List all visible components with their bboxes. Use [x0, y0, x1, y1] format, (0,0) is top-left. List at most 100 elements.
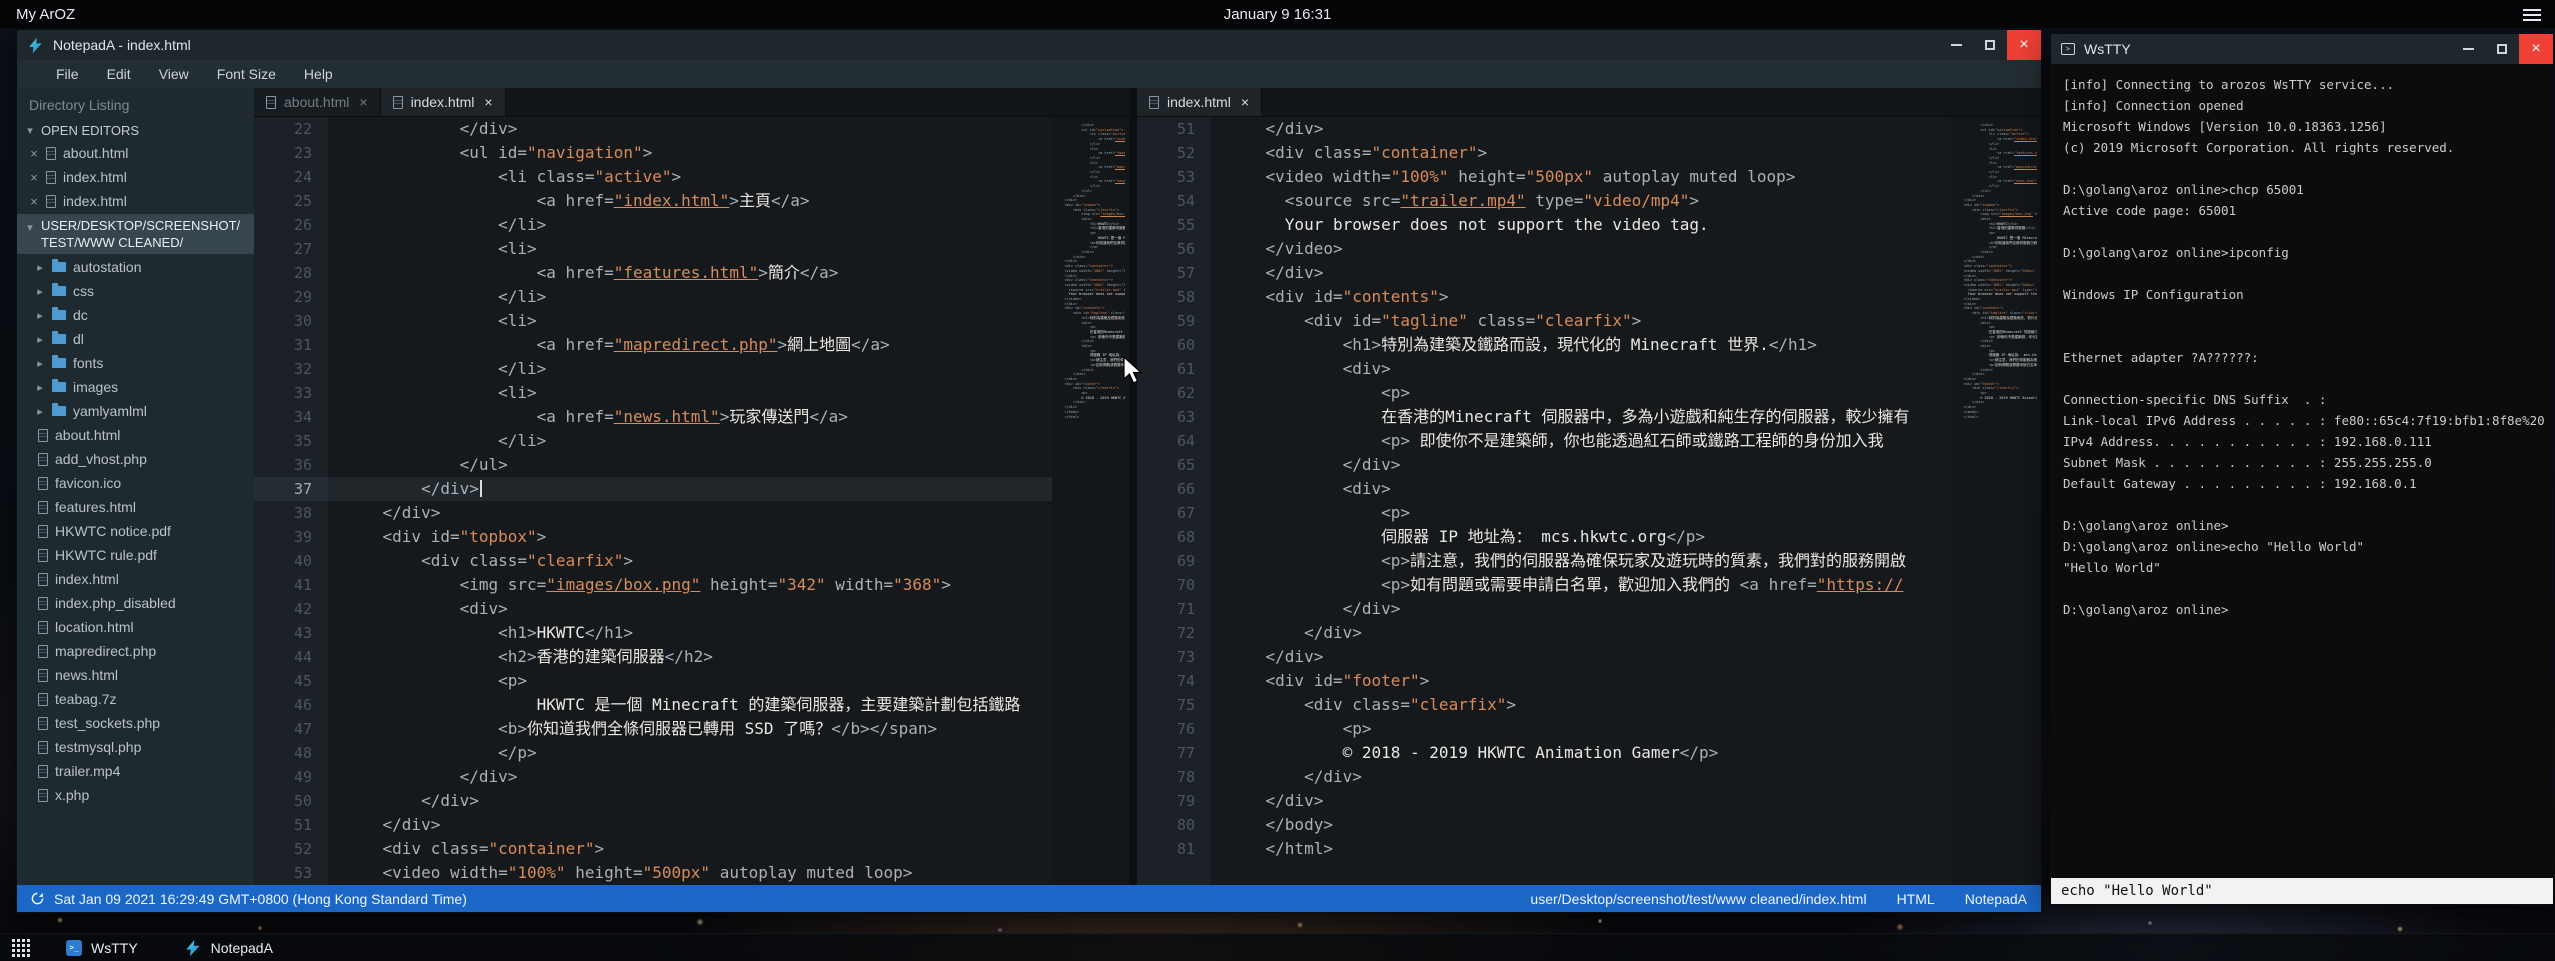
code-line-69[interactable]: 69 <p>請注意，我們的伺服器為確保玩家及遊玩時的質素，我們對的服務開啟 — [1137, 549, 1951, 573]
code-line-51[interactable]: 51 </div> — [254, 813, 1052, 837]
code-line-67[interactable]: 67 <p> — [1137, 501, 1951, 525]
workspace-root-item[interactable]: ▾ USER/DESKTOP/SCREENSHOT/TEST/WWW CLEAN… — [17, 214, 254, 254]
code-line-26[interactable]: 26 </li> — [254, 213, 1052, 237]
terminal-input[interactable]: echo "Hello World" — [2051, 878, 2553, 904]
tab-close-icon[interactable]: × — [1241, 94, 1249, 110]
code-line-34[interactable]: 34 <a href="news.html">玩家傳送門</a> — [254, 405, 1052, 429]
tab-close-icon[interactable]: × — [484, 94, 492, 110]
code-line-40[interactable]: 40 <div class="clearfix"> — [254, 549, 1052, 573]
code-line-81[interactable]: 81 </html> — [1137, 837, 1951, 861]
folder-item[interactable]: ▸fonts — [17, 351, 254, 375]
code-line-36[interactable]: 36 </ul> — [254, 453, 1052, 477]
maximize-button[interactable] — [1973, 30, 2007, 60]
file-item[interactable]: mapredirect.php — [17, 639, 254, 663]
code-line-22[interactable]: 22 </div> — [254, 117, 1052, 141]
notepada-titlebar[interactable]: NotepadA - index.html × — [17, 30, 2041, 60]
code-line-65[interactable]: 65 </div> — [1137, 453, 1951, 477]
file-item[interactable]: about.html — [17, 423, 254, 447]
file-item[interactable]: trailer.mp4 — [17, 759, 254, 783]
code-line-76[interactable]: 76 <p> — [1137, 717, 1951, 741]
code-line-47[interactable]: 47 <b>你知道我們全條伺服器已轉用 SSD 了嗎？</b></span> — [254, 717, 1052, 741]
code-line-46[interactable]: 46 HKWTC 是一個 Minecraft 的建築伺服器，主要建築計劃包括鐵路 — [254, 693, 1052, 717]
file-item[interactable]: location.html — [17, 615, 254, 639]
code-line-78[interactable]: 78 </div> — [1137, 765, 1951, 789]
code-line-31[interactable]: 31 <a href="mapredirect.php">網上地圖</a> — [254, 333, 1052, 357]
taskbar-item-wstty[interactable]: >_ WsTTY — [56, 937, 148, 959]
code-line-80[interactable]: 80 </body> — [1137, 813, 1951, 837]
taskbar-item-notepada[interactable]: NotepadA — [174, 936, 283, 960]
code-line-60[interactable]: 60 <h1>特別為建築及鐵路而設，現代化的 Minecraft 世界.</h1… — [1137, 333, 1951, 357]
code-line-45[interactable]: 45 <p> — [254, 669, 1052, 693]
code-line-25[interactable]: 25 <a href="index.html">主頁</a> — [254, 189, 1052, 213]
open-editors-header[interactable]: ▾ OPEN EDITORS — [17, 120, 254, 141]
tab-index.html[interactable]: index.html× — [381, 88, 506, 116]
folder-item[interactable]: ▸dl — [17, 327, 254, 351]
menu-help[interactable]: Help — [291, 62, 346, 86]
code-line-75[interactable]: 75 <div class="clearfix"> — [1137, 693, 1951, 717]
code-editor-right[interactable]: 51 </div>52 <div class="container">53 <v… — [1137, 117, 1951, 885]
code-line-58[interactable]: 58 <div id="contents"> — [1137, 285, 1951, 309]
tab-about.html[interactable]: about.html× — [254, 88, 381, 116]
folder-item[interactable]: ▸images — [17, 375, 254, 399]
code-line-68[interactable]: 68 伺服器 IP 地址為： mcs.hkwtc.org</p> — [1137, 525, 1951, 549]
code-line-51[interactable]: 51 </div> — [1137, 117, 1951, 141]
code-line-52[interactable]: 52 <div class="container"> — [1137, 141, 1951, 165]
code-line-62[interactable]: 62 <p> — [1137, 381, 1951, 405]
code-line-48[interactable]: 48 </p> — [254, 741, 1052, 765]
code-line-56[interactable]: 56 </video> — [1137, 237, 1951, 261]
code-line-53[interactable]: 53 <video width="100%" height="500px" au… — [254, 861, 1052, 885]
code-line-72[interactable]: 72 </div> — [1137, 621, 1951, 645]
code-line-30[interactable]: 30 <li> — [254, 309, 1052, 333]
close-icon[interactable]: × — [29, 170, 39, 185]
minimap-right[interactable]: </div> <ul id="navigation"> <li class="a… — [1951, 117, 2041, 885]
folder-item[interactable]: ▸dc — [17, 303, 254, 327]
open-editor-item[interactable]: ×index.html — [17, 189, 254, 213]
folder-item[interactable]: ▸autostation — [17, 255, 254, 279]
close-icon[interactable]: × — [29, 146, 39, 161]
file-item[interactable]: teabag.7z — [17, 687, 254, 711]
folder-item[interactable]: ▸css — [17, 279, 254, 303]
file-item[interactable]: features.html — [17, 495, 254, 519]
code-line-23[interactable]: 23 <ul id="navigation"> — [254, 141, 1052, 165]
code-line-37[interactable]: 37 </div> — [254, 477, 1052, 501]
file-item[interactable]: index.html — [17, 567, 254, 591]
code-line-28[interactable]: 28 <a href="features.html">簡介</a> — [254, 261, 1052, 285]
file-item[interactable]: testmysql.php — [17, 735, 254, 759]
code-line-44[interactable]: 44 <h2>香港的建築伺服器</h2> — [254, 645, 1052, 669]
close-button[interactable]: × — [2519, 34, 2553, 64]
code-line-33[interactable]: 33 <li> — [254, 381, 1052, 405]
code-line-74[interactable]: 74 <div id="footer"> — [1137, 669, 1951, 693]
wstty-titlebar[interactable]: > WsTTY × — [2051, 34, 2553, 64]
code-line-52[interactable]: 52 <div class="container"> — [254, 837, 1052, 861]
code-line-61[interactable]: 61 <div> — [1137, 357, 1951, 381]
code-editor-left[interactable]: 22 </div>23 <ul id="navigation">24 <li c… — [254, 117, 1052, 885]
code-line-24[interactable]: 24 <li class="active"> — [254, 165, 1052, 189]
minimap-left[interactable]: </div> <ul id="navigation"> <li class="a… — [1052, 117, 1129, 885]
tab-close-icon[interactable]: × — [359, 94, 367, 110]
code-line-38[interactable]: 38 </div> — [254, 501, 1052, 525]
menu-font-size[interactable]: Font Size — [204, 62, 289, 86]
close-button[interactable]: × — [2007, 30, 2041, 60]
open-editor-item[interactable]: ×index.html — [17, 165, 254, 189]
open-editor-item[interactable]: ×about.html — [17, 141, 254, 165]
code-line-54[interactable]: 54 <source src="trailer.mp4" type="video… — [1137, 189, 1951, 213]
code-line-53[interactable]: 53 <video width="100%" height="500px" au… — [1137, 165, 1951, 189]
file-item[interactable]: HKWTC rule.pdf — [17, 543, 254, 567]
code-line-50[interactable]: 50 </div> — [254, 789, 1052, 813]
code-line-63[interactable]: 63 在香港的Minecraft 伺服器中，多為小遊戲和純生存的伺服器，較少擁有 — [1137, 405, 1951, 429]
code-line-66[interactable]: 66 <div> — [1137, 477, 1951, 501]
code-line-41[interactable]: 41 <img src="images/box.png" height="342… — [254, 573, 1052, 597]
code-line-35[interactable]: 35 </li> — [254, 429, 1052, 453]
code-line-59[interactable]: 59 <div id="tagline" class="clearfix"> — [1137, 309, 1951, 333]
code-line-70[interactable]: 70 <p>如有問題或需要申請白名單，歡迎加入我們的 <a href="http… — [1137, 573, 1951, 597]
code-line-71[interactable]: 71 </div> — [1137, 597, 1951, 621]
maximize-button[interactable] — [2485, 34, 2519, 64]
file-item[interactable]: index.php_disabled — [17, 591, 254, 615]
code-line-27[interactable]: 27 <li> — [254, 237, 1052, 261]
hamburger-menu-icon[interactable] — [2523, 9, 2541, 21]
code-line-73[interactable]: 73 </div> — [1137, 645, 1951, 669]
code-line-64[interactable]: 64 <p> 即使你不是建築師，你也能透過紅石師或鐵路工程師的身份加入我 — [1137, 429, 1951, 453]
file-item[interactable]: x.php — [17, 783, 254, 807]
code-line-42[interactable]: 42 <div> — [254, 597, 1052, 621]
minimize-button[interactable] — [1939, 30, 1973, 60]
